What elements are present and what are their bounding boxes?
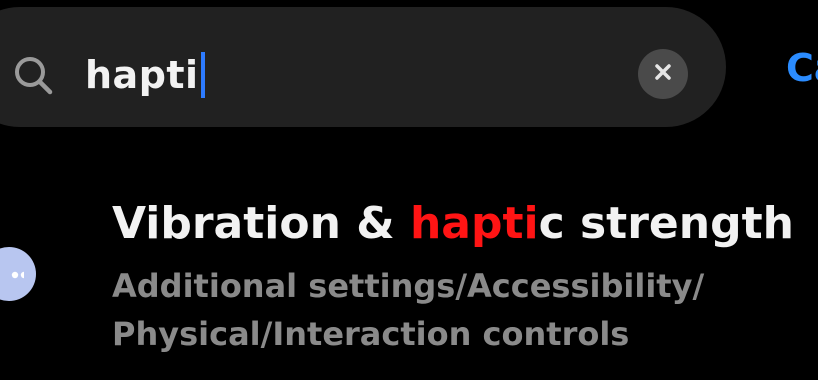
result-path: Additional settings/Accessibility/ Physi…: [112, 262, 802, 358]
result-path-line-2: Physical/Interaction controls: [112, 315, 630, 353]
more-dots-icon: [0, 265, 28, 284]
result-title-suffix: c strength: [538, 198, 794, 249]
search-icon: [12, 54, 56, 98]
close-icon: [653, 62, 673, 86]
result-title: Vibration & haptic strength: [112, 198, 794, 249]
text-cursor: [200, 52, 205, 98]
result-path-line-1: Additional settings/Accessibility/: [112, 267, 705, 305]
search-result-item[interactable]: Vibration & haptic strength Additional s…: [0, 190, 818, 365]
clear-search-button[interactable]: [638, 49, 688, 99]
search-input[interactable]: hapti: [85, 47, 205, 103]
search-bar[interactable]: hapti: [0, 7, 726, 127]
settings-search-screen: hapti Ca Vibration & haptic strength Add…: [0, 0, 818, 380]
result-title-prefix: Vibration &: [112, 198, 410, 249]
cancel-button[interactable]: Ca: [786, 40, 818, 96]
result-title-match: hapti: [409, 198, 539, 249]
search-query-text: hapti: [85, 53, 199, 97]
